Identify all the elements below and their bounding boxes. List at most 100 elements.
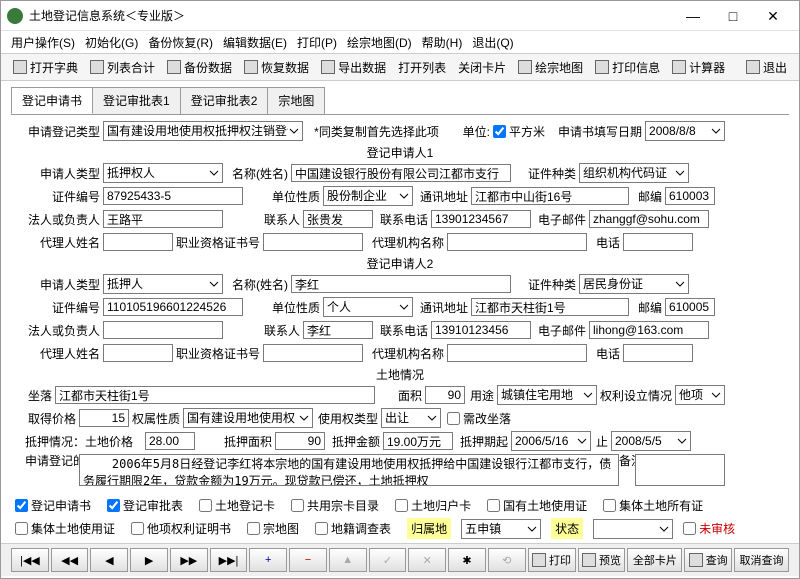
mort-amt[interactable] — [383, 432, 453, 450]
close-button[interactable]: ✕ — [753, 2, 793, 30]
menu-user[interactable]: 用户操作(S) — [7, 32, 79, 53]
chk-parcel-map[interactable]: 宗地图 — [247, 520, 299, 537]
land-right[interactable]: 他项 — [675, 385, 725, 405]
tb-exit[interactable]: 退出 — [742, 57, 791, 78]
s2-zip[interactable] — [665, 298, 715, 316]
s2-legal[interactable] — [103, 321, 223, 339]
nav-prev[interactable]: ◀ — [90, 548, 128, 572]
land-utype[interactable]: 出让 — [381, 408, 441, 428]
menu-help[interactable]: 帮助(H) — [418, 32, 467, 53]
chk-shared[interactable]: 共用宗卡目录 — [291, 497, 379, 514]
s2-name[interactable] — [291, 275, 511, 293]
tb-open-list[interactable]: 打开列表 — [394, 57, 450, 78]
nav-cancel[interactable]: ✕ — [408, 548, 446, 572]
s2-no[interactable] — [103, 298, 243, 316]
s1-agent[interactable] — [103, 233, 173, 251]
mort-end[interactable]: 2008/5/5 — [611, 431, 691, 451]
note-text[interactable] — [635, 454, 725, 486]
chk-unaudit[interactable]: 未审核 — [683, 520, 735, 537]
nav-nextpage[interactable]: ▶▶ — [170, 548, 208, 572]
chk-coll-use[interactable]: 集体土地使用证 — [15, 520, 115, 537]
s1-unit[interactable]: 股份制企业 — [323, 186, 413, 206]
s1-cert[interactable]: 组织机构代码证 — [579, 163, 689, 183]
tab-approve1[interactable]: 登记审批表1 — [92, 87, 181, 114]
s2-cert[interactable]: 居民身份证 — [579, 274, 689, 294]
s2-agent[interactable] — [103, 344, 173, 362]
menu-init[interactable]: 初始化(G) — [81, 32, 142, 53]
chk-coll-own[interactable]: 集体土地所有证 — [603, 497, 703, 514]
tb-backup[interactable]: 备份数据 — [163, 57, 236, 78]
reg-type-select[interactable]: 国有建设用地使用权抵押权注销登记 — [103, 121, 303, 141]
land-use[interactable]: 城镇住宅用地 — [497, 385, 597, 405]
s2-unit[interactable]: 个人 — [323, 297, 413, 317]
tb-print-info[interactable]: 打印信息 — [591, 57, 664, 78]
menu-exit[interactable]: 退出(Q) — [468, 32, 517, 53]
s1-tel[interactable] — [623, 233, 693, 251]
s1-type[interactable]: 抵押权人 — [103, 163, 223, 183]
menu-backup[interactable]: 备份恢复(R) — [144, 32, 217, 53]
fill-date-field[interactable]: 2008/8/8 — [645, 121, 725, 141]
nav-ok[interactable]: ✓ — [369, 548, 407, 572]
s1-qual[interactable] — [263, 233, 363, 251]
tb-open-dict[interactable]: 打开字典 — [9, 57, 82, 78]
land-area[interactable] — [425, 386, 465, 404]
tb-export[interactable]: 导出数据 — [317, 57, 390, 78]
s1-no[interactable] — [103, 187, 243, 205]
s1-contact[interactable] — [303, 210, 373, 228]
menu-edit[interactable]: 编辑数据(E) — [219, 32, 291, 53]
need-change-loc[interactable]: 需改坐落 — [447, 410, 511, 427]
nav-last[interactable]: ▶▶| — [210, 548, 248, 572]
reason-text[interactable]: 2006年5月8日经登记李红将本宗地的国有建设用地使用权抵押给中国建设银行江都市… — [79, 454, 619, 486]
land-attr[interactable]: 国有建设用地使用权 — [183, 408, 313, 428]
nav-del[interactable]: − — [289, 548, 327, 572]
nav-prevpage[interactable]: ◀◀ — [51, 548, 89, 572]
tab-apply[interactable]: 登记申请书 — [11, 87, 93, 114]
minimize-button[interactable]: — — [673, 2, 713, 30]
tb-restore[interactable]: 恢复数据 — [240, 57, 313, 78]
s1-legal[interactable] — [103, 210, 223, 228]
chk-household[interactable]: 土地归户卡 — [395, 497, 471, 514]
s1-zip[interactable] — [665, 187, 715, 205]
chk-other-right[interactable]: 他项权利证明书 — [131, 520, 231, 537]
s2-qual[interactable] — [263, 344, 363, 362]
menu-print[interactable]: 打印(P) — [293, 32, 341, 53]
tb-list-sum[interactable]: 列表合计 — [86, 57, 159, 78]
unit-check[interactable]: 平方米 — [493, 123, 545, 140]
nav-query[interactable]: 查询 — [684, 548, 732, 572]
tb-calc[interactable]: 计算器 — [668, 57, 729, 78]
s1-addr[interactable] — [471, 187, 629, 205]
s2-phone[interactable] — [431, 321, 531, 339]
tb-close-card[interactable]: 关闭卡片 — [454, 57, 510, 78]
land-price[interactable] — [79, 409, 129, 427]
land-loc[interactable] — [55, 386, 375, 404]
nav-ref[interactable]: ✱ — [448, 548, 486, 572]
s2-addr[interactable] — [471, 298, 629, 316]
nav-unquery[interactable]: 取消查询 — [734, 548, 789, 572]
nav-edit[interactable]: ▲ — [329, 548, 367, 572]
nav-print[interactable]: 打印 — [528, 548, 576, 572]
tab-parcel-map[interactable]: 宗地图 — [267, 87, 325, 114]
s2-contact[interactable] — [303, 321, 373, 339]
nav-add[interactable]: + — [249, 548, 287, 572]
chk-state-cert[interactable]: 国有土地使用证 — [487, 497, 587, 514]
s2-type[interactable]: 抵押人 — [103, 274, 223, 294]
s2-email[interactable] — [589, 321, 709, 339]
s1-email[interactable] — [589, 210, 709, 228]
chk-survey[interactable]: 地籍调查表 — [315, 520, 391, 537]
tab-approve2[interactable]: 登记审批表2 — [180, 87, 269, 114]
s1-org[interactable] — [447, 233, 587, 251]
mort-start[interactable]: 2006/5/16 — [511, 431, 591, 451]
nav-next[interactable]: ▶ — [130, 548, 168, 572]
nav-allcards[interactable]: 全部卡片 — [627, 548, 682, 572]
state-select[interactable] — [593, 519, 673, 539]
chk-approve[interactable]: 登记审批表 — [107, 497, 183, 514]
s2-tel[interactable] — [623, 344, 693, 362]
s1-name[interactable] — [291, 164, 511, 182]
tb-draw-map[interactable]: 绘宗地图 — [514, 57, 587, 78]
s1-phone[interactable] — [431, 210, 531, 228]
mort-price[interactable] — [145, 432, 195, 450]
maximize-button[interactable]: □ — [713, 2, 753, 30]
mort-area[interactable] — [275, 432, 325, 450]
belong-select[interactable]: 五申镇 — [461, 519, 541, 539]
chk-apply[interactable]: 登记申请书 — [15, 497, 91, 514]
